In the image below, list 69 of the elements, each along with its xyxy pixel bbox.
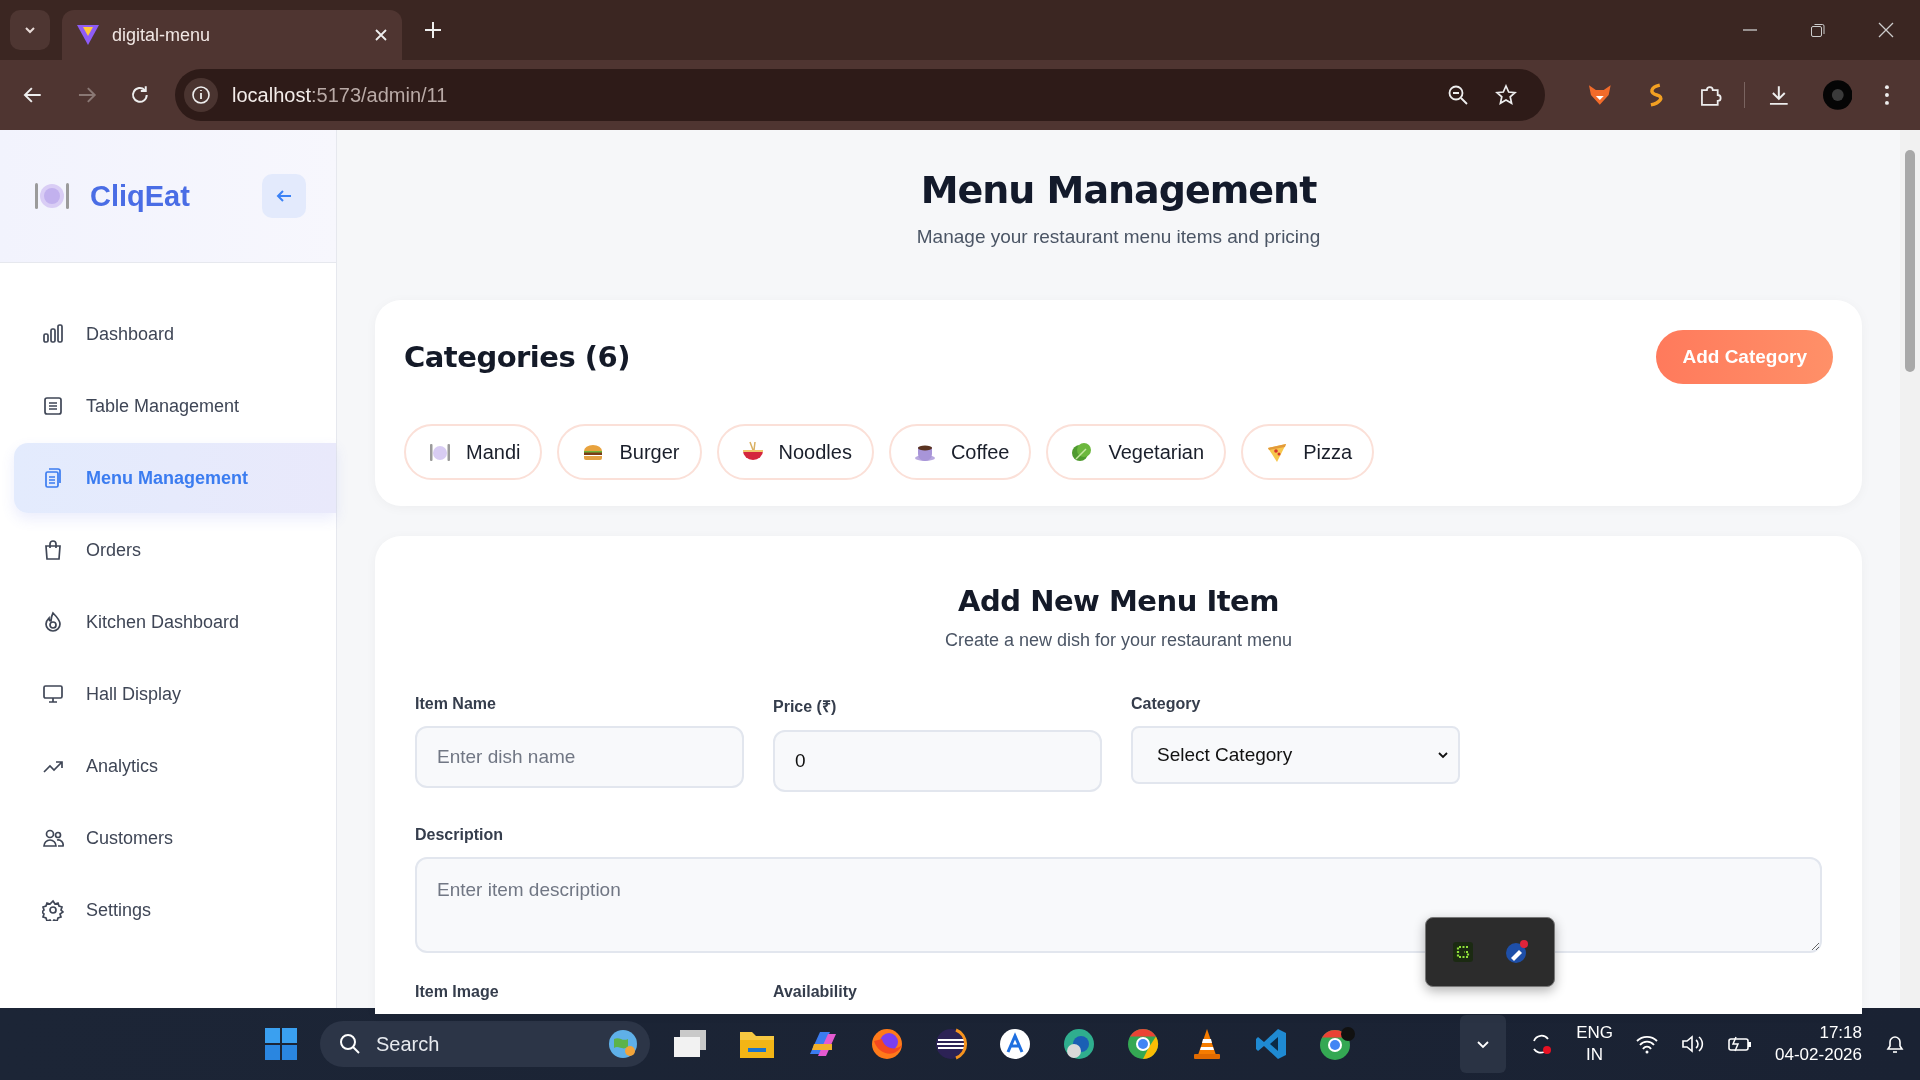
page-subtitle: Manage your restaurant menu items and pricing — [915, 226, 1322, 248]
settings-icon — [42, 899, 64, 921]
reload-icon[interactable] — [129, 84, 151, 106]
item-name-field[interactable]: Enter dish name — [415, 726, 744, 788]
users-icon — [42, 827, 64, 849]
browser-tab[interactable]: digital-menu — [62, 10, 402, 60]
more-icon[interactable] — [1884, 84, 1890, 106]
address-bar[interactable]: localhost:5173/admin/11 — [175, 69, 1545, 121]
field-label: Price (₹) — [773, 697, 838, 717]
new-tab-icon[interactable] — [424, 21, 442, 39]
wifi-icon[interactable] — [1635, 1034, 1660, 1054]
nav-item[interactable]: Kitchen Dashboard — [14, 587, 336, 657]
field-label: Category — [1131, 695, 1202, 713]
category-select[interactable]: Select Category — [1131, 726, 1460, 784]
brand-name: CliqEat — [90, 179, 190, 213]
restore-icon[interactable] — [1810, 22, 1826, 38]
flame-icon — [42, 611, 64, 633]
form-subtitle: Create a new dish for your restaurant menu — [943, 630, 1294, 651]
nav-item[interactable]: Dashboard — [14, 299, 336, 369]
dotted-square-icon[interactable] — [1450, 940, 1475, 964]
scrollbar[interactable] — [1900, 130, 1920, 1008]
clock[interactable]: 17:18 04-02-2026 — [1775, 1022, 1862, 1066]
monitor-icon — [42, 683, 64, 705]
category-chip[interactable]: Mandi — [404, 424, 543, 480]
letter-a-badge-icon[interactable] — [998, 1027, 1032, 1061]
start-icon[interactable] — [264, 1027, 298, 1061]
category-chip[interactable]: Coffee — [888, 424, 1032, 480]
bell-icon[interactable] — [1884, 1033, 1906, 1055]
bar-chart-icon — [42, 323, 64, 345]
clipboard-icon — [42, 467, 64, 489]
language-indicator[interactable]: ENG IN — [1576, 1022, 1614, 1066]
fox-icon[interactable] — [1587, 83, 1613, 107]
battery-icon[interactable] — [1727, 1034, 1754, 1054]
star-icon[interactable] — [1495, 84, 1517, 106]
taskbar-search[interactable]: Search — [320, 1021, 650, 1067]
price-field[interactable]: 0 — [773, 730, 1102, 792]
collapse-button[interactable] — [262, 174, 306, 218]
categories-heading: Categories (6) — [404, 340, 631, 374]
field-label: Availability — [773, 983, 858, 1001]
nav-item[interactable]: Table Management — [14, 371, 336, 441]
category-chip[interactable]: Burger — [557, 424, 702, 480]
shopping-bag-icon — [42, 539, 64, 561]
nav-item[interactable]: Hall Display — [14, 659, 336, 729]
info-icon[interactable] — [184, 78, 218, 112]
description-field[interactable]: Enter item description — [415, 857, 1822, 953]
zoom-out-icon[interactable] — [1447, 84, 1469, 106]
field-label: Item Name — [415, 695, 497, 713]
search-icon — [338, 1032, 362, 1056]
nav-item[interactable]: Customers — [14, 803, 336, 873]
nav-item[interactable]: Settings — [14, 875, 336, 945]
nav-item[interactable]: Orders — [14, 515, 336, 585]
list-icon — [42, 395, 64, 417]
category-chip[interactable]: Pizza — [1241, 424, 1375, 480]
windows-stack-icon[interactable] — [672, 1028, 708, 1060]
category-chip[interactable]: Noodles — [716, 424, 874, 480]
globe-icon — [606, 1027, 640, 1061]
speaker-icon[interactable] — [1681, 1034, 1706, 1054]
field-label: Description — [415, 826, 504, 844]
category-chip[interactable]: Vegetarian — [1046, 424, 1227, 480]
close-icon[interactable] — [1878, 22, 1894, 38]
tab-title: digital-menu — [112, 24, 212, 46]
form-heading: Add New Menu Item — [957, 584, 1280, 618]
puzzle-icon[interactable] — [1698, 83, 1722, 107]
triangle-logo-icon — [76, 24, 100, 46]
nav-item[interactable]: Analytics — [14, 731, 336, 801]
field-label: Item Image — [415, 983, 500, 1001]
code-editor-icon[interactable] — [1254, 1027, 1288, 1061]
page-title: Menu Management — [919, 168, 1318, 212]
plate-icon — [34, 181, 70, 211]
